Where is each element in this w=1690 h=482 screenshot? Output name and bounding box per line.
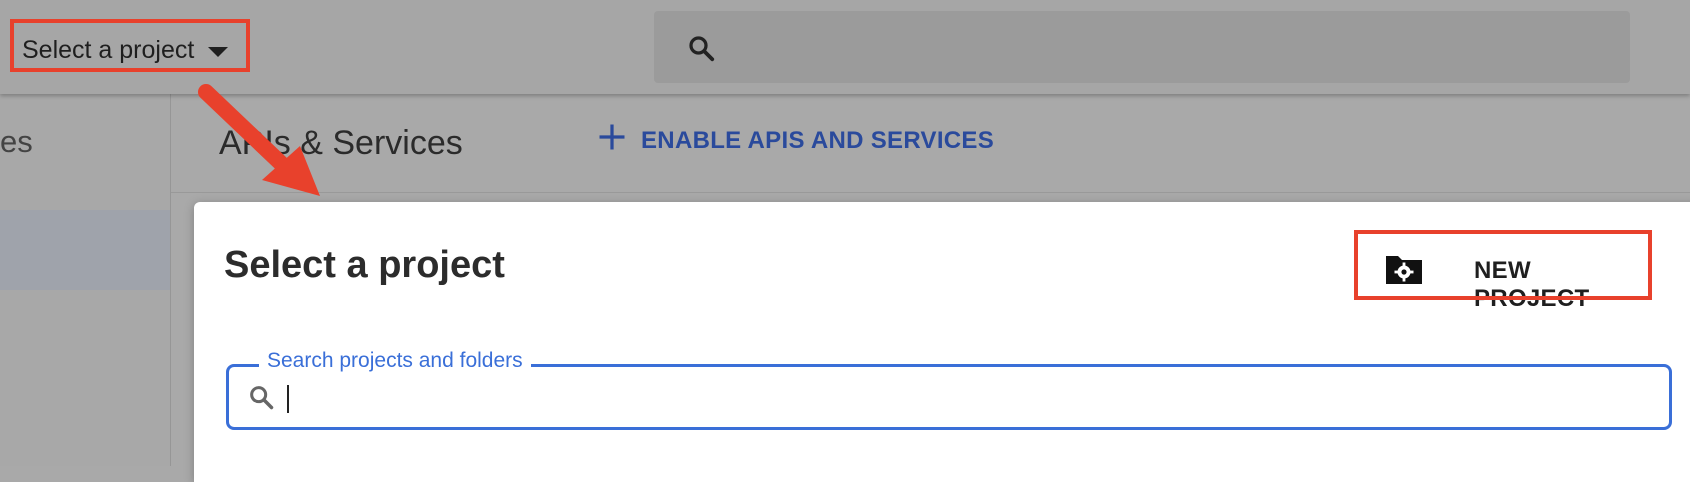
enable-apis-label: ENABLE APIS AND SERVICES	[641, 126, 995, 154]
plus-icon	[597, 122, 627, 159]
caret-down-icon	[208, 47, 229, 57]
enable-apis-button[interactable]: ENABLE APIS AND SERVICES	[597, 122, 994, 159]
select-project-dialog: Select a project NEW PROJECT Search proj…	[194, 202, 1690, 482]
nav-title: es	[0, 124, 33, 159]
folder-gear-icon	[1384, 252, 1424, 291]
search-icon	[686, 33, 716, 68]
search-icon	[247, 383, 275, 416]
top-bar: Select a project	[0, 0, 1690, 94]
left-nav: es	[0, 94, 171, 466]
global-search-input[interactable]	[654, 11, 1630, 83]
project-picker-label: Select a project	[22, 35, 195, 64]
project-picker[interactable]: Select a project	[22, 30, 229, 70]
page-header: APIs & Services ENABLE APIS AND SERVICES	[171, 94, 1690, 193]
nav-selected-item[interactable]	[0, 210, 170, 290]
new-project-label: NEW PROJECT	[1474, 257, 1590, 312]
new-project-button[interactable]: NEW PROJECT	[1372, 240, 1638, 312]
page-title: APIs & Services	[219, 124, 463, 162]
text-cursor	[287, 385, 289, 413]
project-search-input[interactable]: Search projects and folders	[226, 349, 1672, 430]
search-field-label: Search projects and folders	[259, 349, 531, 373]
dialog-title: Select a project	[224, 244, 505, 286]
